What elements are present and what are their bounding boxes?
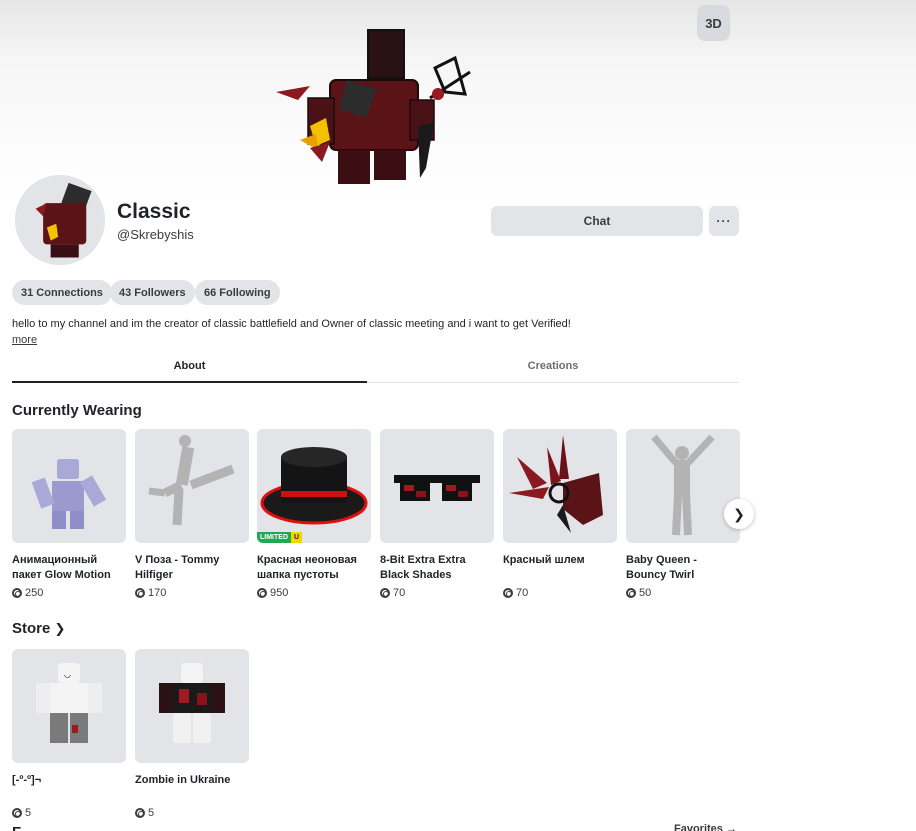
- robux-icon: [135, 588, 145, 598]
- wearing-item-card[interactable]: Красный шлем 70: [503, 429, 617, 599]
- currently-wearing-title: Currently Wearing: [12, 402, 142, 419]
- followers-pill[interactable]: 43 Followers: [110, 280, 195, 305]
- item-name[interactable]: Красная неоновая шапка пустоты: [257, 553, 371, 583]
- item-thumbnail[interactable]: [626, 429, 740, 543]
- chevron-right-icon: ❯: [733, 505, 745, 522]
- username: @Skrebyshis: [117, 227, 194, 242]
- view-3d-button[interactable]: 3D: [697, 5, 730, 41]
- more-options-button[interactable]: ···: [709, 206, 739, 236]
- item-thumbnail[interactable]: [503, 429, 617, 543]
- item-name[interactable]: Красный шлем: [503, 553, 617, 583]
- svg-text:◡: ◡: [64, 670, 71, 679]
- item-thumbnail[interactable]: LIMITED U: [257, 429, 371, 543]
- item-price: 250: [12, 587, 126, 599]
- item-name[interactable]: V Поза - Tommy Hilfiger: [135, 553, 249, 583]
- item-price: 70: [380, 587, 494, 599]
- robux-icon: [257, 588, 267, 598]
- following-pill[interactable]: 66 Following: [195, 280, 280, 305]
- store-item-card[interactable]: ◡ [-º-º]¬ 5: [12, 649, 126, 819]
- item-thumbnail[interactable]: [380, 429, 494, 543]
- white-avatar-gray-pants-icon: ◡: [36, 663, 102, 743]
- wearing-item-card[interactable]: LIMITED U Красная неоновая шапка пустоты…: [257, 429, 371, 599]
- robux-icon: [503, 588, 513, 598]
- item-price: 5: [12, 807, 126, 819]
- limited-badge: LIMITED U: [257, 532, 303, 543]
- avatar-headshot: [12, 172, 108, 268]
- item-thumbnail[interactable]: [12, 429, 126, 543]
- store-title[interactable]: Store ❯: [12, 620, 65, 637]
- item-thumbnail[interactable]: [135, 429, 249, 543]
- wearing-item-card[interactable]: Baby Queen - Bouncy Twirl 50: [626, 429, 740, 599]
- avatar-hero-banner: 3D: [0, 0, 916, 200]
- wearing-item-card[interactable]: V Поза - Tommy Hilfiger 170: [135, 429, 249, 599]
- item-price: 5: [135, 807, 249, 819]
- item-price: 50: [626, 587, 740, 599]
- item-thumbnail[interactable]: ◡: [12, 649, 126, 763]
- avatar-headshot-image: [15, 175, 105, 265]
- wearing-item-card[interactable]: 8-Bit Extra Extra Black Shades 70: [380, 429, 494, 599]
- item-name[interactable]: Baby Queen - Bouncy Twirl: [626, 553, 740, 583]
- item-name[interactable]: [-º-º]¬: [12, 773, 126, 803]
- tab-creations[interactable]: Creations: [367, 350, 739, 382]
- red-spiked-helmet-icon: [509, 435, 603, 533]
- wearing-item-card[interactable]: Анимационный пакет Glow Motion 250: [12, 429, 126, 599]
- favorites-section-title: F: [12, 824, 21, 831]
- gray-arms-up-silhouette-icon: [651, 434, 715, 536]
- item-price: 170: [135, 587, 249, 599]
- display-name: Classic: [117, 200, 191, 223]
- chevron-right-icon: ❯: [54, 621, 66, 636]
- robux-icon: [380, 588, 390, 598]
- bio-more-link[interactable]: more: [12, 334, 37, 346]
- item-price: 70: [503, 587, 617, 599]
- tab-about[interactable]: About: [12, 350, 367, 382]
- avatar-3d-render[interactable]: [270, 28, 480, 193]
- chat-button[interactable]: Chat: [491, 206, 703, 236]
- black-red-top-hat-icon: [260, 447, 368, 525]
- robux-icon: [12, 808, 22, 818]
- connections-pill[interactable]: 31 Connections: [12, 280, 112, 305]
- white-avatar-black-red-outfit-icon: [159, 663, 225, 743]
- robux-icon: [12, 588, 22, 598]
- gray-pose-silhouette-icon: [148, 435, 235, 526]
- carousel-next-button[interactable]: ❯: [724, 499, 754, 529]
- item-thumbnail[interactable]: [135, 649, 249, 763]
- tab-active-indicator: [12, 381, 367, 383]
- lavender-rig-avatar-icon: [31, 459, 107, 529]
- store-item-card[interactable]: Zombie in Ukraine 5: [135, 649, 249, 819]
- item-name[interactable]: Анимационный пакет Glow Motion: [12, 553, 126, 583]
- robux-icon: [135, 808, 145, 818]
- bio-text: hello to my channel and im the creator o…: [12, 318, 571, 330]
- robux-icon: [626, 588, 636, 598]
- item-name[interactable]: 8-Bit Extra Extra Black Shades: [380, 553, 494, 583]
- favorites-link[interactable]: Favorites →: [674, 823, 737, 831]
- pixel-sunglasses-icon: [394, 475, 480, 501]
- item-name[interactable]: Zombie in Ukraine: [135, 773, 249, 803]
- item-price: 950: [257, 587, 371, 599]
